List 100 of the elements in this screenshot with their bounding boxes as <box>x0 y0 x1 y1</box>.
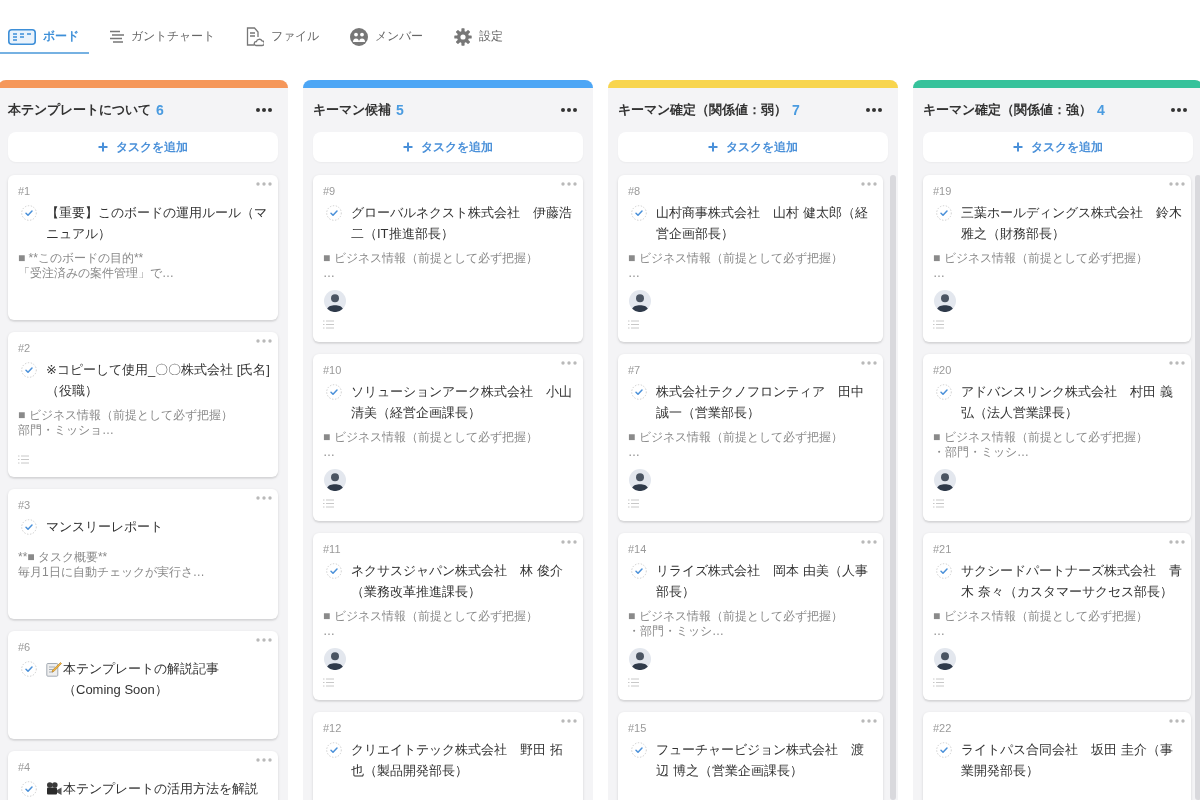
task-card[interactable]: #21 サクシードパートナーズ株式会社 青木 奈々（カスタマーサクセス部長） ■ ビジネス情報（前提として必ず把握） … <box>923 533 1191 700</box>
task-card[interactable]: #19 三葉ホールディングス株式会社 鈴木雅之（財務部長） ■ ビジネス情報（前提として必ず把握） … <box>923 175 1191 342</box>
task-card[interactable]: #22 ライトパス合同会社 坂田 圭介（事業開発部長） <box>923 712 1191 800</box>
task-description: … <box>323 445 335 460</box>
task-number: #6 <box>18 640 31 654</box>
task-description: … <box>628 266 640 281</box>
more-icon[interactable] <box>561 108 577 112</box>
task-count: 5 <box>396 101 404 119</box>
task-card[interactable]: #20 アドバンスリンク株式会社 村田 義弘（法人営業課長） ■ ビジネス情報（前提として必ず把握） ・部門・ミッシ… <box>923 354 1191 521</box>
check-circle-icon[interactable] <box>326 562 342 579</box>
check-circle-icon[interactable] <box>21 361 37 378</box>
task-number: #3 <box>18 498 31 512</box>
task-title: アドバンスリンク株式会社 村田 義弘（法人営業課長） <box>961 383 1174 422</box>
check-circle-icon[interactable] <box>326 741 342 758</box>
movie-camera-icon <box>46 780 62 797</box>
nav-tab[interactable]: ガントチャート <box>102 21 225 54</box>
task-title: グローバルネクスト株式会社 伊藤浩二（IT推進部長） <box>351 204 573 243</box>
task-description: ■ ビジネス情報（前提として必ず把握） <box>628 609 843 624</box>
task-number: #1 <box>18 184 31 198</box>
scrollbar[interactable] <box>890 175 896 800</box>
task-count: 4 <box>1097 101 1105 119</box>
task-card[interactable]: #4 本テンプレートの活用方法を解説 <box>8 751 278 800</box>
task-title: クリエイトテック株式会社 野田 拓也（製品開発部長） <box>351 741 564 780</box>
plus-icon <box>708 142 718 152</box>
task-card[interactable]: #2 ※コピーして使用_〇〇株式会社 [氏名]（役職） ■ ビジネス情報（前提として必ず把握） 部門・ミッショ… <box>8 332 278 477</box>
document-cloud-icon <box>246 26 264 47</box>
task-number: #21 <box>933 542 952 556</box>
task-description: ・部門・ミッシ… <box>933 445 1029 460</box>
task-title: ネクサスジャパン株式会社 林 俊介（業務改革推進課長） <box>351 562 564 601</box>
check-circle-icon[interactable] <box>631 562 647 579</box>
task-card[interactable]: #9 グローバルネクスト株式会社 伊藤浩二（IT推進部長） ■ ビジネス情報（前提として必ず把握） … <box>313 175 583 342</box>
task-description: ■ **このボードの目的** <box>18 251 144 266</box>
task-title: フューチャービジョン株式会社 渡辺 博之（営業企画課長） <box>656 741 865 780</box>
column-title: 本テンプレートについて <box>8 101 151 119</box>
task-title: 本テンプレートの活用方法を解説 <box>63 780 259 798</box>
task-card[interactable]: #11 ネクサスジャパン株式会社 林 俊介（業務改革推進課長） ■ ビジネス情報（前提として必ず把握） … <box>313 533 583 700</box>
task-title: ※コピーして使用_〇〇株式会社 [氏名]（役職） <box>46 361 270 400</box>
task-count: 6 <box>156 101 164 119</box>
task-title: 【重要】このボードの運用ルール（マニュアル） <box>46 204 268 243</box>
task-card[interactable]: #10 ソリューションアーク株式会社 小山清美（経営企画課長） ■ ビジネス情報（前提として必ず把握） … <box>313 354 583 521</box>
board-icon <box>8 28 36 45</box>
task-description: ■ ビジネス情報（前提として必ず把握） <box>933 430 1148 445</box>
task-card[interactable]: #15 フューチャービジョン株式会社 渡辺 博之（営業企画課長） <box>618 712 883 800</box>
task-card[interactable]: #12 クリエイトテック株式会社 野田 拓也（製品開発部長） <box>313 712 583 800</box>
check-circle-icon[interactable] <box>21 518 37 535</box>
task-description: ■ ビジネス情報（前提として必ず把握） <box>18 408 233 423</box>
task-card[interactable]: #14 リライズ株式会社 岡本 由美（人事部長） ■ ビジネス情報（前提として必ず把握） ・部門・ミッシ… <box>618 533 883 700</box>
check-circle-icon[interactable] <box>21 660 37 677</box>
lines-icon <box>110 29 124 44</box>
task-number: #10 <box>323 363 342 377</box>
task-number: #11 <box>323 542 341 556</box>
task-title: 株式会社テクノフロンティア 田中誠一（営業部長） <box>656 383 865 422</box>
task-card[interactable]: #8 山村商事株式会社 山村 健太郎（経営企画部長） ■ ビジネス情報（前提として必ず把握） … <box>618 175 883 342</box>
task-number: #4 <box>18 760 31 774</box>
task-number: #14 <box>628 542 647 556</box>
task-number: #20 <box>933 363 952 377</box>
nav-tab[interactable]: メンバー <box>342 21 433 54</box>
task-title: 山村商事株式会社 山村 健太郎（経営企画部長） <box>656 204 869 243</box>
check-circle-icon[interactable] <box>326 204 342 221</box>
task-title: マンスリーレポート <box>46 518 164 536</box>
check-circle-icon[interactable] <box>631 383 647 400</box>
people-icon <box>350 27 368 46</box>
nav-tab[interactable]: ファイル <box>238 21 329 54</box>
task-number: #9 <box>323 184 336 198</box>
task-description: … <box>933 266 945 281</box>
task-card[interactable]: #6 本テンプレートの解説記事（Coming Soon） <box>8 631 278 739</box>
task-number: #19 <box>933 184 952 198</box>
task-description: ■ ビジネス情報（前提として必ず把握） <box>323 430 538 445</box>
task-description: ■ ビジネス情報（前提として必ず把握） <box>933 251 1148 266</box>
column-title: キーマン確定（関係値：強） <box>923 101 1092 119</box>
check-circle-icon[interactable] <box>936 204 952 221</box>
task-description: … <box>323 266 335 281</box>
check-circle-icon[interactable] <box>21 780 37 797</box>
check-circle-icon[interactable] <box>631 204 647 221</box>
check-circle-icon[interactable] <box>21 204 37 221</box>
task-card[interactable]: #3 マンスリーレポート **■ タスク概要** 毎月1日に自動チェックが実行さ… <box>8 489 278 619</box>
task-title: 三葉ホールディングス株式会社 鈴木雅之（財務部長） <box>961 204 1183 243</box>
check-circle-icon[interactable] <box>936 383 952 400</box>
task-card[interactable]: #1 【重要】このボードの運用ルール（マニュアル） ■ **このボードの目的** 「受注済みの案件管理」で… <box>8 175 278 320</box>
scrollbar[interactable] <box>1195 175 1200 800</box>
nav-tab[interactable]: 設定 <box>446 21 513 54</box>
plus-icon <box>98 142 108 152</box>
task-number: #2 <box>18 341 31 355</box>
plus-icon <box>1013 142 1023 152</box>
task-description: … <box>628 445 640 460</box>
task-title: ライトパス合同会社 坂田 圭介（事業開発部長） <box>961 741 1174 780</box>
task-number: #7 <box>628 363 641 377</box>
check-circle-icon[interactable] <box>631 741 647 758</box>
check-circle-icon[interactable] <box>936 562 952 579</box>
check-circle-icon[interactable] <box>936 741 952 758</box>
column-title: キーマン確定（関係値：弱） <box>618 101 787 119</box>
more-icon[interactable] <box>866 108 882 112</box>
task-card[interactable]: #7 株式会社テクノフロンティア 田中誠一（営業部長） ■ ビジネス情報（前提として必ず把握） … <box>618 354 883 521</box>
task-number: #12 <box>323 721 342 735</box>
task-count: 7 <box>792 101 800 119</box>
check-circle-icon[interactable] <box>326 383 342 400</box>
task-title: サクシードパートナーズ株式会社 青木 奈々（カスタマーサクセス部長） <box>961 562 1183 601</box>
task-description: ■ ビジネス情報（前提として必ず把握） <box>628 430 843 445</box>
more-icon[interactable] <box>256 108 272 112</box>
more-icon[interactable] <box>1171 108 1187 112</box>
